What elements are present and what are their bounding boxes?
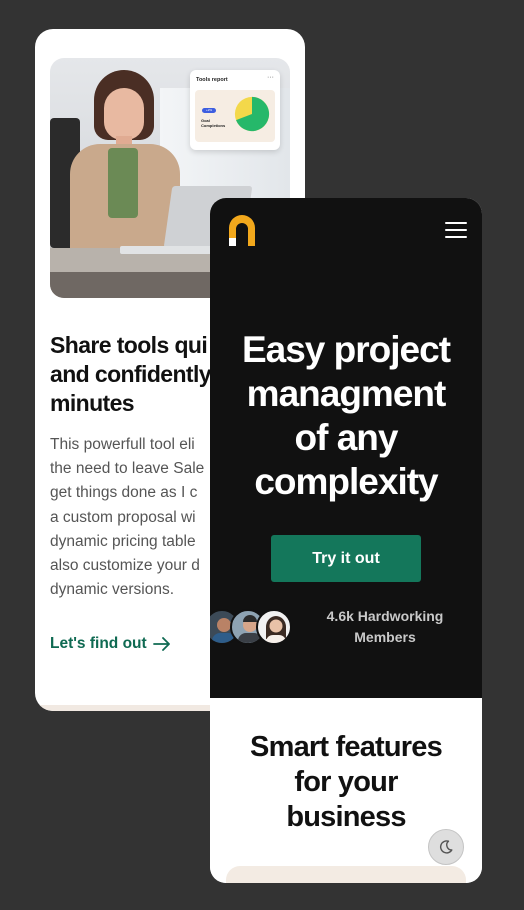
hamburger-menu-icon[interactable] (445, 222, 467, 238)
avatar (256, 609, 292, 645)
hero-title-line: complexity (254, 461, 438, 502)
phone-mockup: Easy project managment of any complexity… (210, 198, 482, 883)
members-count: 4.6k Hardworking Members (318, 606, 452, 648)
more-options-icon: ··· (267, 74, 274, 81)
hero-title-line: of any (294, 417, 399, 458)
arrow-right-icon (152, 637, 170, 651)
features-title: Smart features for your business (210, 730, 482, 835)
hero-section: Easy project managment of any complexity… (210, 198, 482, 698)
hero-title-line: Easy project (241, 329, 451, 370)
features-section: Smart features for your business (210, 698, 482, 883)
tools-report-title: Tools report (196, 77, 228, 83)
theme-toggle-button[interactable] (428, 829, 464, 865)
person-face (104, 88, 144, 140)
brand-logo-icon[interactable] (226, 212, 258, 248)
try-it-out-button[interactable]: Try it out (271, 535, 421, 582)
member-avatars (210, 609, 294, 647)
features-title-line: for your (294, 766, 398, 798)
lets-find-out-link[interactable]: Let's find out (50, 635, 171, 653)
growth-badge: +2% (202, 108, 216, 113)
hero-title-line: managment (246, 373, 447, 414)
person-shirt (108, 148, 138, 218)
feature-preview-card (226, 866, 466, 883)
lets-find-out-label: Let's find out (50, 635, 147, 652)
hero-title: Easy project managment of any complexity (210, 328, 482, 504)
features-title-line: Smart features (250, 731, 443, 763)
tools-report-inner: +2% Goal Completions (195, 90, 275, 142)
pie-chart-icon (234, 96, 270, 132)
tools-report-card: Tools report ··· +2% Goal Completions (190, 70, 280, 150)
goal-completions-label: Goal Completions (201, 118, 226, 128)
members-count-line: Members (354, 629, 416, 645)
members-count-line: 4.6k Hardworking (326, 608, 444, 624)
moon-icon (439, 840, 453, 854)
